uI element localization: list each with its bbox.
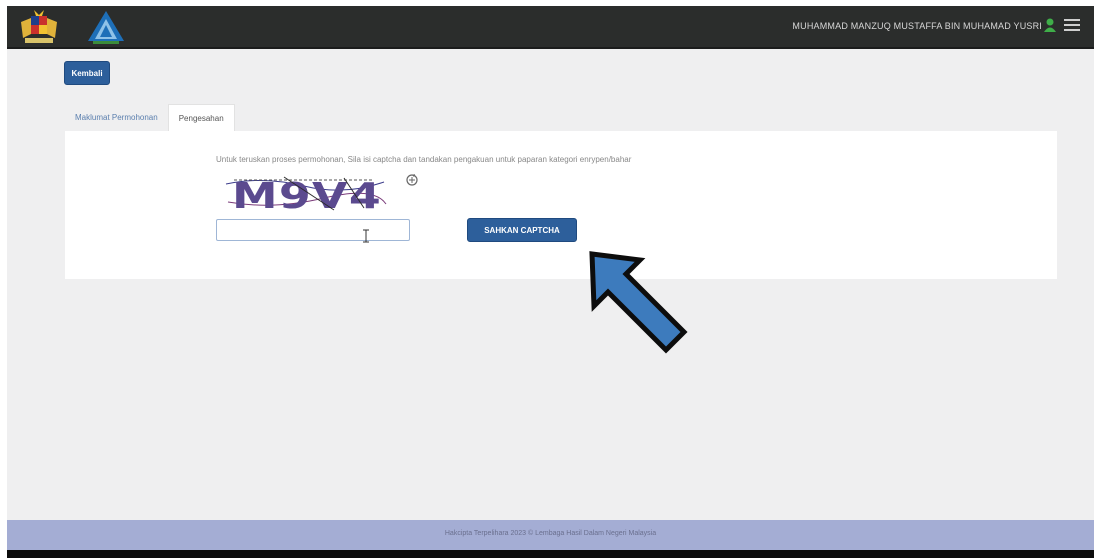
bottom-edge-bar	[7, 550, 1094, 558]
username-label[interactable]: MUHAMMAD MANZUQ MUSTAFFA BIN MUHAMAD YUS…	[792, 21, 1042, 31]
footer-copyright: Hakcipta Terpelihara 2023 © Lembaga Hasi…	[444, 530, 657, 537]
lhdn-logo-icon[interactable]	[85, 9, 127, 45]
tab-pengesahan[interactable]: Pengesahan	[167, 104, 235, 132]
captcha-instruction: Untuk teruskan proses permohonan, Sila i…	[216, 155, 632, 164]
top-navbar: MUHAMMAD MANZUQ MUSTAFFA BIN MUHAMAD YUS…	[7, 6, 1094, 49]
captcha-input[interactable]	[216, 219, 410, 241]
tab-maklumat-permohonan[interactable]: Maklumat Permohonan	[65, 104, 168, 132]
pointer-arrow-icon	[589, 251, 688, 354]
page-footer: Hakcipta Terpelihara 2023 © Lembaga Hasi…	[7, 520, 1094, 550]
hamburger-menu-icon[interactable]	[1064, 18, 1080, 32]
verify-captcha-button[interactable]: SAHKAN CAPTCHA	[467, 218, 577, 242]
app-window: MUHAMMAD MANZUQ MUSTAFFA BIN MUHAMAD YUS…	[7, 6, 1094, 550]
tab-bar: Maklumat Permohonan Pengesahan	[65, 104, 235, 132]
text-cursor-icon	[363, 229, 369, 243]
malaysia-crest-icon[interactable]	[17, 8, 61, 46]
refresh-icon[interactable]	[405, 173, 419, 187]
captcha-image: M9V4	[224, 172, 389, 214]
user-icon[interactable]	[1044, 17, 1056, 33]
captcha-text: M9V4	[232, 176, 382, 214]
back-button[interactable]: Kembali	[64, 61, 110, 85]
verification-panel: Untuk teruskan proses permohonan, Sila i…	[65, 131, 1057, 279]
